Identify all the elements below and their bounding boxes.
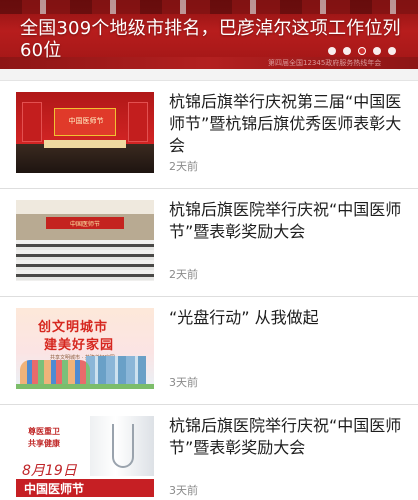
- news-thumbnail[interactable]: 中国医师节: [16, 92, 154, 173]
- poster-buildings: [86, 356, 146, 384]
- news-thumbnail[interactable]: 尊医重卫 共享健康 8月19日 中国医师节: [16, 416, 154, 497]
- banner-stage-decoration: [0, 0, 418, 14]
- poster-headline-2: 建美好家园: [44, 338, 115, 353]
- poster-grass: [16, 384, 154, 389]
- thumbnail-banner-left: [22, 102, 42, 142]
- news-item[interactable]: 创文明城市 建美好家园 共享文明城市 · 共建美好家园 “光盘行动” 从我做起 …: [0, 297, 418, 405]
- poster-date: 8月19日: [22, 463, 77, 479]
- news-time: 3天前: [169, 376, 198, 389]
- carousel-indicator: [328, 47, 396, 55]
- thumbnail-audience: [16, 240, 154, 281]
- carousel-dot[interactable]: [388, 47, 396, 55]
- thumbnail-screen-text: 中国医师节: [68, 117, 104, 125]
- news-list: 中国医师节 杭锦后旗举行庆祝第三届“中国医师节”暨杭锦后旗优秀医师表彰大会 2天…: [0, 81, 418, 500]
- news-item[interactable]: 尊医重卫 共享健康 8月19日 中国医师节 杭锦后旗医院举行庆祝“中国医师节”暨…: [0, 405, 418, 500]
- poster-band-text: 中国医师节: [24, 482, 85, 496]
- carousel-dot[interactable]: [328, 47, 336, 55]
- thumbnail-banner-text: 中国医师节: [69, 221, 100, 228]
- carousel-dot[interactable]: [343, 47, 351, 55]
- section-divider: [0, 69, 418, 81]
- thumbnail-ceiling: [16, 200, 154, 214]
- news-title[interactable]: “光盘行动” 从我做起: [169, 307, 409, 329]
- news-item[interactable]: 中国医师节 杭锦后旗举行庆祝第三届“中国医师节”暨杭锦后旗优秀医师表彰大会 2天…: [0, 81, 418, 189]
- news-time: 3天前: [169, 484, 198, 497]
- news-time: 2天前: [169, 160, 198, 173]
- news-title[interactable]: 杭锦后旗医院举行庆祝“中国医师节”暨表彰奖励大会: [169, 199, 409, 243]
- news-item[interactable]: 中国医师节 杭锦后旗医院举行庆祝“中国医师节”暨表彰奖励大会 2天前: [0, 189, 418, 297]
- news-title[interactable]: 杭锦后旗举行庆祝第三届“中国医师节”暨杭锦后旗优秀医师表彰大会: [169, 91, 409, 157]
- banner-title[interactable]: 全国309个地级市排名，巴彦淖尔这项工作位列60位: [20, 18, 412, 62]
- carousel-dot[interactable]: [373, 47, 381, 55]
- poster-headline-1: 创文明城市: [38, 320, 109, 335]
- poster-slogan-2: 共享健康: [28, 439, 60, 448]
- carousel-dot-active[interactable]: [358, 47, 366, 55]
- thumbnail-stage: [44, 140, 126, 148]
- stethoscope-icon: [112, 424, 134, 468]
- news-thumbnail[interactable]: 创文明城市 建美好家园 共享文明城市 · 共建美好家园: [16, 308, 154, 389]
- poster-slogan-1: 尊医重卫: [28, 427, 60, 436]
- top-banner-carousel[interactable]: 第四届全国12345政府服务热线年会 全国309个地级市排名，巴彦淖尔这项工作位…: [0, 0, 418, 69]
- thumbnail-floor: [16, 144, 154, 173]
- news-time: 2天前: [169, 268, 198, 281]
- news-thumbnail[interactable]: 中国医师节: [16, 200, 154, 281]
- news-title[interactable]: 杭锦后旗医院举行庆祝“中国医师节”暨表彰奖励大会: [169, 415, 409, 459]
- thumbnail-banner-right: [128, 102, 148, 142]
- poster-people: [20, 360, 90, 386]
